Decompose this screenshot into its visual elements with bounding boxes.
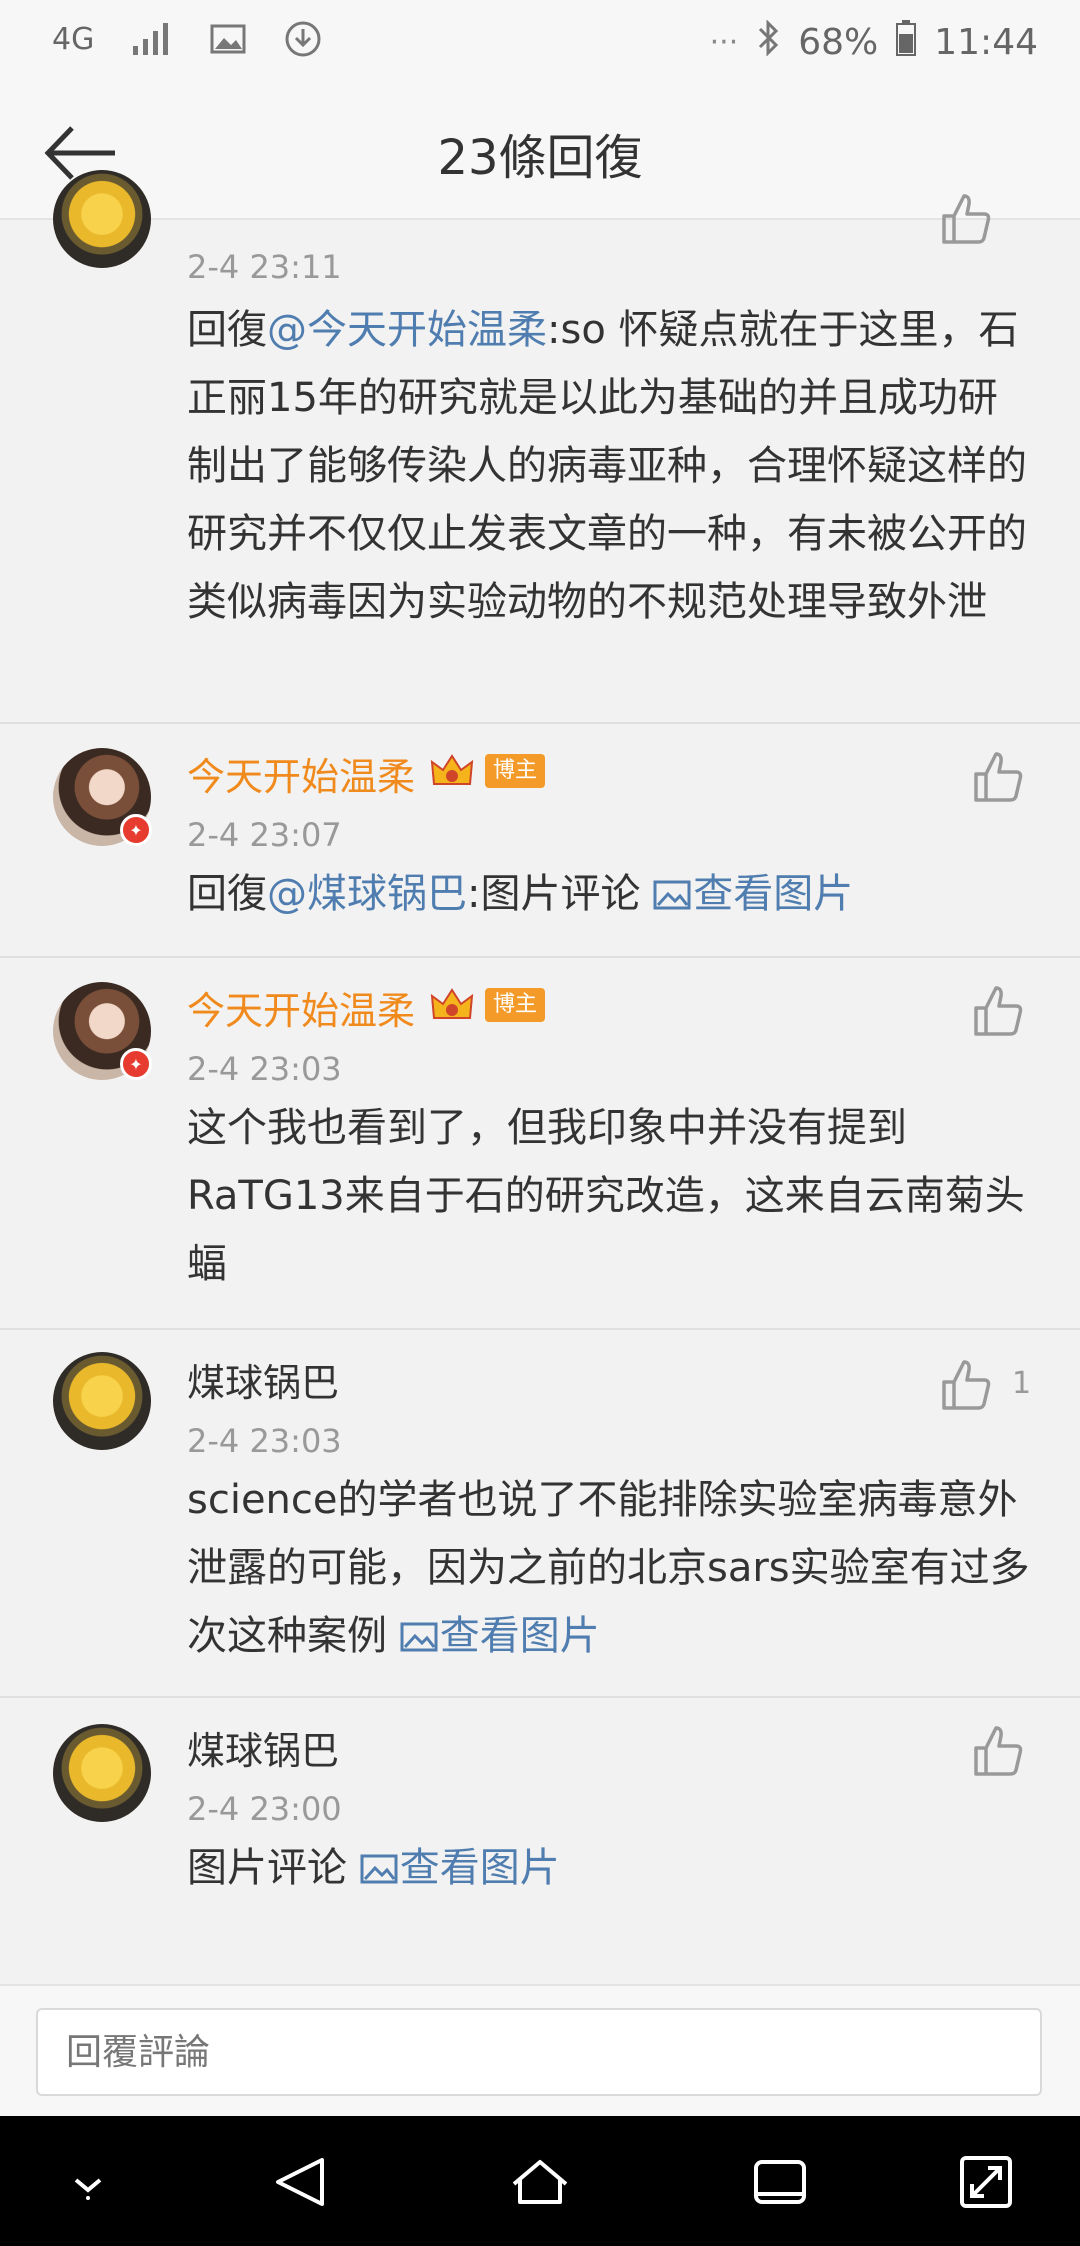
view-image-link[interactable]: 查看图片 [653, 871, 853, 917]
more-dots-icon: ··· [709, 25, 739, 60]
verified-badge-icon: ✦ [120, 1048, 152, 1080]
comment-time: 2-4 23:07 [187, 816, 342, 854]
home-icon[interactable] [506, 2148, 574, 2216]
comment-item: 煤球锅巴 2-4 23:00 图片评论 查看图片 [0, 1698, 1080, 1988]
thumbs-up-icon[interactable] [970, 1724, 1024, 1778]
image-icon [400, 1622, 438, 1652]
comment-time: 2-4 23:03 [187, 1422, 342, 1460]
avatar[interactable] [53, 170, 151, 268]
mention-link[interactable]: @煤球锅巴 [267, 871, 467, 917]
comment-time: 2-4 23:11 [187, 248, 342, 286]
reply-bar [0, 1984, 1080, 2116]
comment-item: 煤球锅巴 1 2-4 23:03 science的学者也说了不能排除实验室病毒意… [0, 1330, 1080, 1698]
verified-badge-icon: ✦ [120, 814, 152, 846]
image-icon [360, 1854, 398, 1884]
system-nav-bar [0, 2116, 1080, 2246]
comment-time: 2-4 23:03 [187, 1050, 342, 1088]
commenter-name[interactable]: 煤球锅巴 [187, 1352, 339, 1407]
chevron-down-icon[interactable] [54, 2148, 122, 2216]
comment-body: science的学者也说了不能排除实验室病毒意外泄露的可能，因为之前的北京sar… [187, 1477, 1030, 1659]
recent-apps-icon[interactable] [746, 2148, 814, 2216]
commenter-name[interactable]: 煤球锅巴 [187, 1720, 339, 1775]
avatar[interactable] [53, 1352, 151, 1450]
comment-body: 这个我也看到了，但我印象中并没有提到RaTG13来自于石的研究改造，这来自云南菊… [187, 1105, 1025, 1287]
comment-item: 2-4 23:11 回復@今天开始温柔:so 怀疑点就在于这里，石正丽15年的研… [0, 170, 1080, 724]
page-title: 23條回復 [437, 130, 643, 186]
expand-screen-icon[interactable] [952, 2148, 1020, 2216]
view-image-link[interactable]: 查看图片 [360, 1845, 560, 1891]
bluetooth-icon [756, 19, 780, 65]
download-icon [284, 20, 322, 58]
comment-body: 回復@今天开始温柔:so 怀疑点就在于这里，石正丽15年的研究就是以此为基础的并… [187, 307, 1027, 625]
comment-body: 图片评论 查看图片 [187, 1845, 560, 1891]
comment-body: 回復@煤球锅巴:图片评论 查看图片 [187, 871, 854, 917]
back-triangle-icon[interactable] [266, 2148, 334, 2216]
commenter-name[interactable]: 今天开始温柔 [187, 746, 415, 801]
blogger-badge: 博主 [485, 754, 546, 788]
thumbs-up-icon[interactable] [938, 192, 992, 246]
image-icon [653, 880, 691, 910]
reply-input[interactable] [36, 2008, 1042, 2096]
avatar[interactable] [53, 1724, 151, 1822]
thumbs-up-icon[interactable] [970, 984, 1024, 1038]
app-header: 23條回復 [0, 90, 1080, 220]
comment-list: 2-4 23:11 回復@今天开始温柔:so 怀疑点就在于这里，石正丽15年的研… [0, 170, 1080, 1988]
battery-percent: 68% [798, 22, 879, 63]
crown-icon [430, 988, 474, 1019]
comment-item: ✦ 今天开始温柔 博主 2-4 23:07 回復@煤球锅巴:图片评论 查看图片 [0, 724, 1080, 958]
blogger-badge: 博主 [485, 988, 546, 1022]
crown-icon [430, 754, 474, 785]
mention-link[interactable]: @今天开始温柔 [267, 307, 547, 353]
comment-time: 2-4 23:00 [187, 1790, 342, 1828]
signal-icon [132, 22, 172, 56]
clock: 11:44 [934, 22, 1038, 63]
status-bar: 4G ··· 68% 11:44 [0, 0, 1080, 90]
view-image-link[interactable]: 查看图片 [400, 1613, 600, 1659]
4g-icon: 4G [52, 21, 95, 57]
image-icon [210, 24, 246, 54]
thumbs-up-icon[interactable] [938, 1358, 992, 1412]
battery-icon [896, 20, 917, 65]
like-count: 1 [1012, 1366, 1032, 1401]
comment-item: ✦ 今天开始温柔 博主 2-4 23:03 这个我也看到了，但我印象中并没有提到… [0, 958, 1080, 1330]
thumbs-up-icon[interactable] [970, 750, 1024, 804]
commenter-name[interactable]: 今天开始温柔 [187, 980, 415, 1035]
